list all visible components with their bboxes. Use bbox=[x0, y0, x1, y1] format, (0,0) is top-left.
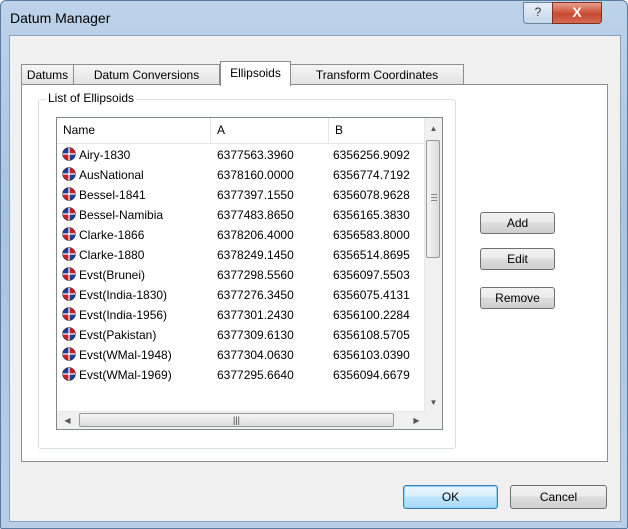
remove-button[interactable]: Remove bbox=[480, 287, 555, 309]
globe-icon bbox=[62, 167, 76, 181]
ellipsoid-name: Evst(Pakistan) bbox=[79, 328, 157, 342]
ellipsoid-name: Evst(WMal-1948) bbox=[79, 348, 172, 362]
list-item[interactable]: Evst(WMal-1969) 6377295.6640 6356094.6679 bbox=[57, 365, 427, 385]
ellipsoid-a-value: 6377563.3960 bbox=[217, 148, 294, 162]
list-item[interactable]: Evst(WMal-1948) 6377304.0630 6356103.0390 bbox=[57, 345, 427, 365]
close-button[interactable]: X bbox=[552, 2, 602, 24]
ellipsoid-name: Airy-1830 bbox=[79, 148, 131, 162]
ellipsoid-b-value: 6356097.5503 bbox=[333, 268, 410, 282]
ellipsoid-b-value: 6356103.0390 bbox=[333, 348, 410, 362]
ellipsoid-a-value: 6378206.4000 bbox=[217, 228, 294, 242]
ellipsoid-name: Evst(India-1830) bbox=[79, 288, 168, 302]
tab-datum-conversions[interactable]: Datum Conversions bbox=[73, 64, 220, 85]
list-item[interactable]: AusNational 6378160.0000 6356774.7192 bbox=[57, 165, 427, 185]
list-item[interactable]: Evst(Brunei) 6377298.5560 6356097.5503 bbox=[57, 265, 427, 285]
list-item[interactable]: Clarke-1880 6378249.1450 6356514.8695 bbox=[57, 245, 427, 265]
globe-icon bbox=[62, 207, 76, 221]
ellipsoid-a-value: 6377298.5560 bbox=[217, 268, 294, 282]
help-button[interactable]: ? bbox=[523, 2, 553, 24]
ellipsoid-b-value: 6356108.5705 bbox=[333, 328, 410, 342]
ellipsoid-name: AusNational bbox=[79, 168, 144, 182]
ellipsoid-list[interactable]: Name A B Airy-1830 6377563.3960 6356256.90… bbox=[56, 117, 443, 430]
thumb-grip-icon bbox=[431, 194, 437, 195]
ellipsoid-b-value: 6356094.6679 bbox=[333, 368, 410, 382]
vertical-scroll-thumb[interactable] bbox=[426, 140, 440, 258]
list-item[interactable]: Bessel-1841 6377397.1550 6356078.9628 bbox=[57, 185, 427, 205]
globe-icon bbox=[62, 307, 76, 321]
globe-icon bbox=[62, 287, 76, 301]
ok-button[interactable]: OK bbox=[403, 485, 498, 509]
tab-transform-coordinates[interactable]: Transform Coordinates bbox=[290, 64, 464, 85]
horizontal-scrollbar[interactable]: ◀ ||| ▶ bbox=[57, 411, 427, 429]
ellipsoid-a-value: 6378160.0000 bbox=[217, 168, 294, 182]
scroll-up-arrow-icon[interactable]: ▲ bbox=[425, 120, 442, 137]
globe-icon bbox=[62, 147, 76, 161]
globe-icon bbox=[62, 227, 76, 241]
list-item[interactable]: Airy-1830 6377563.3960 6356256.9092 bbox=[57, 145, 427, 165]
list-item[interactable]: Evst(India-1956) 6377301.2430 6356100.2284 bbox=[57, 305, 427, 325]
ellipsoid-b-value: 6356583.8000 bbox=[333, 228, 410, 242]
ellipsoid-name: Evst(India-1956) bbox=[79, 308, 168, 322]
globe-icon bbox=[62, 247, 76, 261]
thumb-grip-icon: ||| bbox=[232, 415, 240, 425]
scroll-right-arrow-icon[interactable]: ▶ bbox=[408, 412, 425, 429]
ellipsoid-a-value: 6377483.8650 bbox=[217, 208, 294, 222]
ellipsoid-name: Clarke-1880 bbox=[79, 248, 145, 262]
list-rows: Airy-1830 6377563.3960 6356256.9092 AusNati… bbox=[57, 145, 427, 413]
ellipsoid-a-value: 6377276.3450 bbox=[217, 288, 294, 302]
scroll-down-arrow-icon[interactable]: ▼ bbox=[425, 394, 442, 411]
column-header-a[interactable]: A bbox=[211, 118, 329, 143]
ellipsoid-b-value: 6356774.7192 bbox=[333, 168, 410, 182]
tab-ellipsoids[interactable]: Ellipsoids bbox=[220, 61, 291, 86]
ellipsoid-a-value: 6377397.1550 bbox=[217, 188, 294, 202]
ellipsoid-a-value: 6377301.2430 bbox=[217, 308, 294, 322]
globe-icon bbox=[62, 367, 76, 381]
ellipsoid-b-value: 6356165.3830 bbox=[333, 208, 410, 222]
ellipsoid-a-value: 6378249.1450 bbox=[217, 248, 294, 262]
column-header-name[interactable]: Name bbox=[57, 118, 211, 143]
scroll-left-arrow-icon[interactable]: ◀ bbox=[59, 412, 76, 429]
groupbox-label: List of Ellipsoids bbox=[46, 91, 137, 105]
ellipsoid-name: Bessel-Namibia bbox=[79, 208, 164, 222]
horizontal-scroll-thumb[interactable]: ||| bbox=[79, 413, 394, 427]
ellipsoid-b-value: 6356100.2284 bbox=[333, 308, 410, 322]
ellipsoid-b-value: 6356078.9628 bbox=[333, 188, 410, 202]
ellipsoid-name: Clarke-1866 bbox=[79, 228, 145, 242]
ellipsoid-b-value: 6356256.9092 bbox=[333, 148, 410, 162]
ellipsoid-b-value: 6356514.8695 bbox=[333, 248, 410, 262]
tab-datums[interactable]: Datums bbox=[21, 64, 74, 85]
vertical-scrollbar[interactable]: ▲ ▼ bbox=[424, 118, 442, 413]
window-title: Datum Manager bbox=[10, 10, 111, 26]
ellipsoid-a-value: 6377304.0630 bbox=[217, 348, 294, 362]
ellipsoid-name: Bessel-1841 bbox=[79, 188, 146, 202]
cancel-button[interactable]: Cancel bbox=[510, 485, 607, 509]
list-item[interactable]: Bessel-Namibia 6377483.8650 6356165.3830 bbox=[57, 205, 427, 225]
ellipsoid-name: Evst(WMal-1969) bbox=[79, 368, 172, 382]
list-item[interactable]: Clarke-1866 6378206.4000 6356583.8000 bbox=[57, 225, 427, 245]
list-item[interactable]: Evst(India-1830) 6377276.3450 6356075.4131 bbox=[57, 285, 427, 305]
thumb-grip-icon bbox=[431, 200, 437, 201]
list-item[interactable]: Evst(Pakistan) 6377309.6130 6356108.5705 bbox=[57, 325, 427, 345]
scrollbar-corner bbox=[425, 412, 442, 429]
globe-icon bbox=[62, 187, 76, 201]
globe-icon bbox=[62, 347, 76, 361]
column-header-b[interactable]: B bbox=[329, 118, 427, 143]
ellipsoid-name: Evst(Brunei) bbox=[79, 268, 146, 282]
ellipsoid-a-value: 6377295.6640 bbox=[217, 368, 294, 382]
ellipsoid-a-value: 6377309.6130 bbox=[217, 328, 294, 342]
list-header: Name A B bbox=[57, 118, 427, 144]
thumb-grip-icon bbox=[431, 197, 437, 198]
edit-button[interactable]: Edit bbox=[480, 248, 555, 270]
globe-icon bbox=[62, 267, 76, 281]
title-bar[interactable]: Datum Manager ? X bbox=[1, 1, 627, 35]
ellipsoid-b-value: 6356075.4131 bbox=[333, 288, 410, 302]
globe-icon bbox=[62, 327, 76, 341]
add-button[interactable]: Add bbox=[480, 212, 555, 234]
